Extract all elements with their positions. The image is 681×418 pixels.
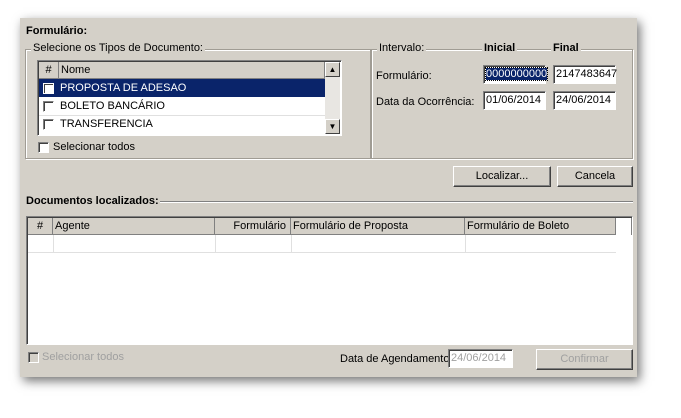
cell-divider: [215, 235, 216, 252]
col-header-form[interactable]: Formulário: [215, 218, 291, 235]
col-header-hash[interactable]: #: [39, 62, 59, 79]
col-header-form-label: Formulário: [233, 220, 286, 232]
interval-initial-header: Inicial: [482, 42, 518, 54]
list-item-label: PROPOSTA DE ADESAO: [60, 82, 187, 94]
found-documents-table[interactable]: # Agente Formulário Formulário de Propos…: [26, 216, 633, 345]
row-checkbox[interactable]: [43, 119, 54, 130]
date-initial-value: 01/06/2014: [486, 94, 542, 106]
form-final-input[interactable]: 2147483647: [553, 65, 618, 84]
interval-legend: Intervalo:: [377, 42, 427, 54]
col-header-proposal-form-label: Formulário de Proposta: [293, 220, 408, 232]
select-all-doc-types-checkbox[interactable]: [38, 142, 49, 153]
cancel-button-label: Cancela: [574, 170, 616, 182]
form-title: Formulário:: [26, 25, 88, 37]
list-item[interactable]: BOLETO BANCÁRIO: [39, 97, 325, 116]
cancel-button[interactable]: Cancela: [557, 166, 633, 187]
col-header-boleto-form[interactable]: Formulário de Boleto: [465, 218, 616, 235]
col-header-hash-label: #: [45, 64, 52, 76]
list-scrollbar[interactable]: ▲ ▼: [325, 62, 340, 134]
list-item-label: TRANSFERENCIA: [60, 118, 153, 130]
scroll-down-button[interactable]: ▼: [325, 119, 340, 134]
date-range-label: Data da Ocorrência:: [376, 96, 475, 108]
search-button[interactable]: Localizar...: [453, 166, 551, 187]
cell-divider: [465, 235, 466, 252]
col-header-agent-label: Agente: [55, 220, 90, 232]
schedule-date-value: 24/06/2014: [451, 352, 507, 364]
col-header-filler: [616, 218, 632, 235]
list-item[interactable]: PROPOSTA DE ADESAO: [39, 79, 325, 97]
col-header-proposal-form[interactable]: Formulário de Proposta: [291, 218, 465, 235]
chevron-up-icon: ▲: [328, 65, 337, 74]
doc-types-legend: Selecione os Tipos de Documento:: [31, 42, 205, 54]
list-item[interactable]: TRANSFERENCIA: [39, 115, 325, 133]
confirm-button-label: Confirmar: [560, 353, 609, 365]
form-initial-input[interactable]: 0000000000: [483, 65, 549, 84]
row-checkbox[interactable]: [43, 101, 54, 112]
date-final-input[interactable]: 24/06/2014: [553, 91, 616, 110]
search-button-label: Localizar...: [475, 170, 529, 182]
interval-final-header: Final: [551, 42, 581, 54]
list-item-label: BOLETO BANCÁRIO: [60, 100, 165, 112]
found-documents-title: Documentos localizados:: [26, 195, 162, 207]
chevron-down-icon: ▼: [328, 122, 337, 131]
select-all-found-checkbox[interactable]: [28, 352, 39, 363]
schedule-date-input[interactable]: 24/06/2014: [448, 349, 513, 368]
doc-types-list[interactable]: # Nome PROPOSTA DE ADESAO BOLETO BANCÁRI…: [37, 60, 342, 136]
cell-divider: [291, 235, 292, 252]
form-initial-value: 0000000000: [484, 67, 549, 81]
schedule-date-label: Data de Agendamento:: [340, 353, 453, 365]
col-header-name-label: Nome: [61, 64, 91, 76]
table-row[interactable]: [28, 235, 616, 253]
col-header-index[interactable]: #: [28, 218, 53, 235]
select-all-found-label[interactable]: Selecionar todos: [42, 351, 124, 363]
scroll-up-button[interactable]: ▲: [325, 62, 340, 77]
select-all-doc-types-label[interactable]: Selecionar todos: [53, 141, 135, 153]
col-header-agent[interactable]: Agente: [53, 218, 215, 235]
dialog-window: Formulário: Selecione os Tipos de Docume…: [20, 18, 637, 377]
col-header-boleto-form-label: Formulário de Boleto: [467, 220, 570, 232]
col-header-name[interactable]: Nome: [59, 62, 325, 79]
confirm-button[interactable]: Confirmar: [536, 349, 633, 370]
col-header-index-label: #: [36, 220, 44, 232]
date-final-value: 24/06/2014: [556, 94, 612, 106]
date-initial-input[interactable]: 01/06/2014: [483, 91, 546, 110]
row-checkbox[interactable]: [43, 83, 54, 94]
form-range-label: Formulário:: [376, 70, 432, 82]
found-documents-divider: [160, 201, 633, 203]
cell-divider: [53, 235, 54, 252]
form-final-value: 2147483647: [556, 68, 618, 80]
